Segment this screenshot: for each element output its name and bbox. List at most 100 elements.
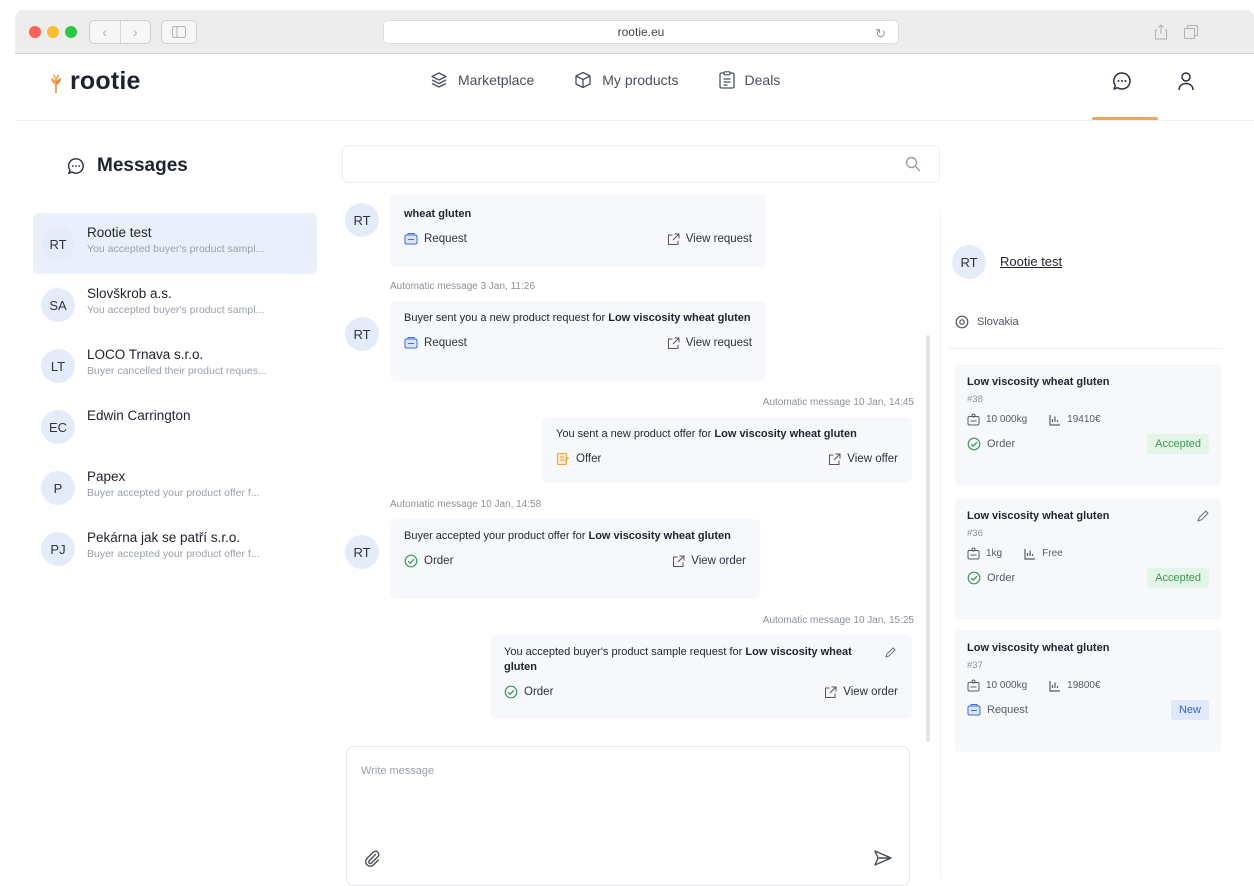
conversation-preview: You accepted buyer's product sampl... — [87, 304, 265, 316]
message-bubble: wheat gluten Request View request — [390, 195, 766, 267]
deal-quantity: 1kg — [986, 548, 1003, 559]
search-input[interactable] — [357, 154, 877, 176]
messages-button[interactable] — [1108, 67, 1136, 95]
deal-meta: 1kg Free — [967, 547, 1209, 560]
message-bubble: You sent a new product offer for Low vis… — [542, 417, 912, 483]
conversation-name: LOCO Trnava s.r.o. — [87, 347, 204, 362]
request-action[interactable]: Request — [404, 336, 467, 350]
deal-card[interactable]: Low viscosity wheat gluten #36 1kg Free … — [955, 498, 1221, 620]
edit-icon[interactable] — [1196, 510, 1209, 523]
external-link-icon — [667, 337, 680, 349]
conversation-preview: You accepted buyer's product sampl... — [87, 243, 265, 255]
message-body: Buyer accepted your product offer for — [404, 530, 589, 542]
message-text: Buyer accepted your product offer for Lo… — [404, 529, 746, 544]
automatic-message-label: Automatic message 10 Jan, 14:58 — [390, 499, 542, 510]
deal-quantity: 10 000kg — [986, 680, 1028, 691]
message-input[interactable] — [361, 765, 891, 825]
deal-price: 19800€ — [1067, 680, 1101, 691]
price-icon — [1049, 680, 1061, 692]
message-actions: Request View request — [404, 232, 752, 246]
reload-icon[interactable]: ↻ — [875, 26, 886, 42]
conversation-item[interactable]: LT LOCO Trnava s.r.o. Buyer cancelled th… — [33, 335, 317, 396]
order-action[interactable]: Order — [404, 554, 453, 568]
nav-marketplace[interactable]: Marketplace — [430, 72, 534, 88]
conversation-item[interactable]: PJ Pekárna jak se patří s.r.o. Buyer acc… — [33, 518, 317, 579]
weight-icon — [967, 679, 980, 692]
message-body: You accepted buyer's product sample requ… — [504, 646, 746, 658]
message-text: wheat gluten — [404, 207, 752, 222]
search-icon[interactable] — [905, 156, 921, 172]
paperclip-icon — [364, 850, 380, 867]
view-offer-link[interactable]: View offer — [828, 453, 898, 466]
deal-kind-label: Order — [987, 438, 1016, 450]
conversation-preview: Buyer cancelled their product reques... — [87, 365, 267, 377]
wheat-icon — [51, 73, 61, 93]
automatic-message-label: Automatic message 10 Jan, 14:45 — [762, 397, 914, 408]
conversation-item[interactable]: P Papex Buyer accepted your product offe… — [33, 457, 317, 518]
message-bubble: Buyer sent you a new product request for… — [390, 301, 766, 381]
maximize-window-button[interactable] — [65, 26, 77, 38]
close-window-button[interactable] — [29, 26, 41, 38]
edit-icon[interactable] — [884, 647, 896, 659]
message-product: wheat gluten — [404, 208, 472, 220]
check-circle-icon — [967, 571, 981, 585]
sidebar-toggle-button[interactable] — [161, 20, 197, 44]
chat-bubble-icon — [1113, 72, 1131, 90]
view-order-link[interactable]: View order — [824, 686, 898, 699]
attach-button[interactable] — [363, 849, 381, 867]
conversation-item[interactable]: RT Rootie test You accepted buyer's prod… — [33, 213, 317, 274]
sidebar-icon — [172, 26, 186, 38]
check-circle-icon — [404, 554, 418, 568]
address-bar[interactable]: rootie.eu ↻ — [383, 20, 899, 44]
deal-title: Low viscosity wheat gluten — [967, 376, 1110, 388]
conversation-item[interactable]: SA Slovškrob a.s. You accepted buyer's p… — [33, 274, 317, 335]
view-request-link[interactable]: View request — [667, 337, 752, 350]
history-nav: ‹ › — [89, 20, 151, 44]
avatar: RT — [345, 203, 379, 237]
nav-deals[interactable]: Deals — [718, 71, 780, 89]
box-stack-icon — [431, 72, 447, 88]
deal-id: #37 — [967, 660, 983, 671]
message-product: Low viscosity wheat gluten — [588, 530, 731, 542]
nav-my-products[interactable]: My products — [574, 71, 679, 89]
share-button[interactable] — [1147, 20, 1175, 44]
external-link-icon — [825, 686, 837, 698]
offer-icon — [557, 453, 569, 465]
contact-details-panel: RT Rootie test Slovakia Low viscosity wh… — [940, 210, 1254, 879]
external-link-icon — [829, 453, 841, 465]
view-request-link[interactable]: View request — [667, 233, 752, 246]
profile-button[interactable] — [1172, 67, 1200, 95]
tab-overview-button[interactable] — [1177, 20, 1205, 44]
back-button[interactable]: ‹ — [90, 21, 121, 43]
rootie-logo[interactable]: rootie — [46, 67, 141, 96]
avatar: RT — [952, 245, 986, 279]
external-link-icon — [673, 555, 685, 567]
conversation-name: Papex — [87, 469, 126, 484]
send-button[interactable] — [873, 849, 893, 867]
deal-card[interactable]: Low viscosity wheat gluten #37 10 000kg … — [955, 630, 1221, 752]
offer-action[interactable]: Offer — [556, 452, 601, 466]
message-search — [342, 145, 940, 183]
message-product: Low viscosity wheat gluten — [714, 428, 857, 440]
check-circle-icon — [504, 685, 518, 699]
forward-button[interactable]: › — [121, 21, 151, 43]
chat-scrollbar[interactable] — [926, 335, 930, 742]
request-action[interactable]: Request — [404, 232, 467, 246]
avatar: PJ — [41, 532, 75, 566]
order-action[interactable]: Order — [504, 685, 553, 699]
message-actions: Request View request — [404, 336, 752, 350]
view-order-link[interactable]: View order — [672, 555, 746, 568]
location-icon — [955, 315, 969, 329]
contact-name-link[interactable]: Rootie test — [1000, 254, 1062, 269]
minimize-window-button[interactable] — [47, 26, 59, 38]
avatar: EC — [41, 410, 75, 444]
conversation-name: Pekárna jak se patří s.r.o. — [87, 530, 241, 545]
conversation-item[interactable]: EC Edwin Carrington — [33, 396, 317, 457]
deal-kind-label: Order — [987, 572, 1016, 584]
message-text: You sent a new product offer for Low vis… — [556, 427, 898, 442]
message-body: Buyer sent you a new product request for — [404, 312, 609, 324]
deal-kind-label: Request — [987, 704, 1028, 716]
messages-heading: Messages — [67, 155, 188, 177]
weight-icon — [967, 547, 980, 560]
deal-card[interactable]: Low viscosity wheat gluten #38 10 000kg … — [955, 364, 1221, 486]
